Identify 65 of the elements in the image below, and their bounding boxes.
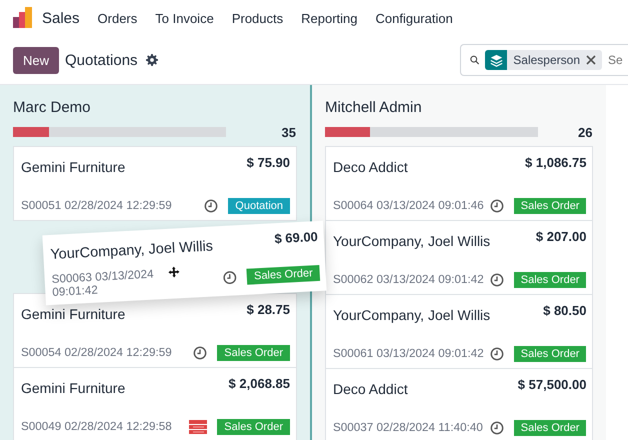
- kanban-card[interactable]: Gemini Furniture $ 2,068.85 S00049 02/28/2024 12:29:58 Sales Order: [13, 367, 297, 440]
- kanban-card[interactable]: Deco Addict $ 57,500.00 S00037 02/28/2024 11:40:40 Sales Order: [325, 368, 594, 440]
- status-tag: Sales Order: [217, 345, 290, 361]
- order-amount: $ 2,068.85: [228, 376, 290, 391]
- column-title: Mitchell Admin: [325, 99, 423, 118]
- clock-icon[interactable]: [490, 199, 504, 213]
- order-amount: $ 69.00: [274, 229, 318, 246]
- order-reference: S00049 02/28/2024 12:29:58: [21, 420, 172, 434]
- order-amount: $ 207.00: [536, 229, 586, 244]
- customer-name: Deco Addict: [333, 381, 408, 397]
- gear-icon[interactable]: [146, 54, 158, 66]
- clock-icon[interactable]: [490, 347, 504, 361]
- customer-name: Gemini Furniture: [21, 159, 126, 175]
- move-cursor-icon: [168, 266, 180, 278]
- clock-icon[interactable]: [490, 421, 504, 435]
- app-logo-icon[interactable]: [12, 7, 34, 29]
- customer-name: YourCompany, Joel Willis: [333, 307, 490, 323]
- order-amount: $ 57,500.00: [518, 377, 586, 392]
- order-reference: S00037 02/28/2024 11:40:40: [333, 422, 483, 434]
- order-reference: S00062 03/13/2024 09:01:42: [333, 274, 484, 286]
- page-title: Quotations: [65, 52, 138, 68]
- order-amount: $ 80.50: [543, 303, 586, 318]
- status-tag: Sales Order: [514, 346, 586, 362]
- layers-icon: [490, 54, 503, 66]
- clock-icon[interactable]: [193, 346, 208, 360]
- app-name[interactable]: Sales: [42, 10, 80, 26]
- order-reference: S00051 02/28/2024 12:29:59: [21, 200, 172, 212]
- clock-icon[interactable]: [490, 273, 504, 287]
- kanban-card[interactable]: Deco Addict $ 1,086.75 S00064 03/13/2024 09:01:46 Sales Order: [325, 146, 594, 221]
- status-tag: Quotation: [228, 198, 290, 214]
- menu-item[interactable]: Orders: [98, 10, 138, 26]
- customer-name: Gemini Furniture: [21, 380, 126, 396]
- customer-name: Deco Addict: [333, 159, 408, 175]
- menu-item[interactable]: Reporting: [301, 10, 358, 26]
- stacked-bars-icon[interactable]: [189, 420, 208, 434]
- kanban-card[interactable]: YourCompany, Joel Willis $ 80.50 S00061 03/13/2024 09:01:42 Sales Order: [325, 294, 594, 369]
- status-tag: Sales Order: [514, 198, 586, 214]
- status-tag: Sales Order: [246, 264, 320, 284]
- status-tag: Sales Order: [514, 272, 586, 288]
- order-amount: $ 1,086.75: [525, 155, 586, 170]
- menu-item[interactable]: To Invoice: [155, 10, 214, 26]
- column-count: 35: [282, 124, 297, 140]
- search-icon: [470, 53, 480, 67]
- order-reference: S00064 03/13/2024 09:01:46: [333, 200, 484, 212]
- customer-name: YourCompany, Joel Willis: [50, 238, 214, 263]
- menu-item[interactable]: Configuration: [376, 10, 453, 26]
- menu-item[interactable]: Products: [232, 10, 284, 26]
- facet-label: Salesperson: [513, 53, 580, 67]
- kanban-card[interactable]: Gemini Furniture $ 75.90 S00051 02/28/2024 12:29:59 Quotation: [13, 146, 297, 221]
- kanban-card[interactable]: YourCompany, Joel Willis $ 207.00 S00062 03/13/2024 09:01:42 Sales Order: [325, 220, 594, 295]
- status-tag: Sales Order: [217, 419, 290, 435]
- customer-name: YourCompany, Joel Willis: [333, 233, 490, 249]
- column-count: 26: [578, 124, 594, 140]
- order-reference: S00054 02/28/2024 12:29:59: [21, 346, 172, 360]
- close-icon[interactable]: [586, 55, 596, 65]
- status-tag: Sales Order: [514, 420, 586, 436]
- clock-icon[interactable]: [222, 270, 238, 285]
- order-amount: $ 75.90: [246, 155, 290, 170]
- order-reference: S00061 03/13/2024 09:01:42: [333, 348, 484, 360]
- new-button[interactable]: New: [13, 46, 60, 74]
- customer-name: Gemini Furniture: [21, 306, 126, 322]
- search-facet[interactable]: Salesperson: [485, 50, 602, 70]
- search-field[interactable]: Salesperson Se: [460, 44, 628, 76]
- column-title: Marc Demo: [13, 99, 92, 118]
- clock-icon[interactable]: [204, 199, 218, 213]
